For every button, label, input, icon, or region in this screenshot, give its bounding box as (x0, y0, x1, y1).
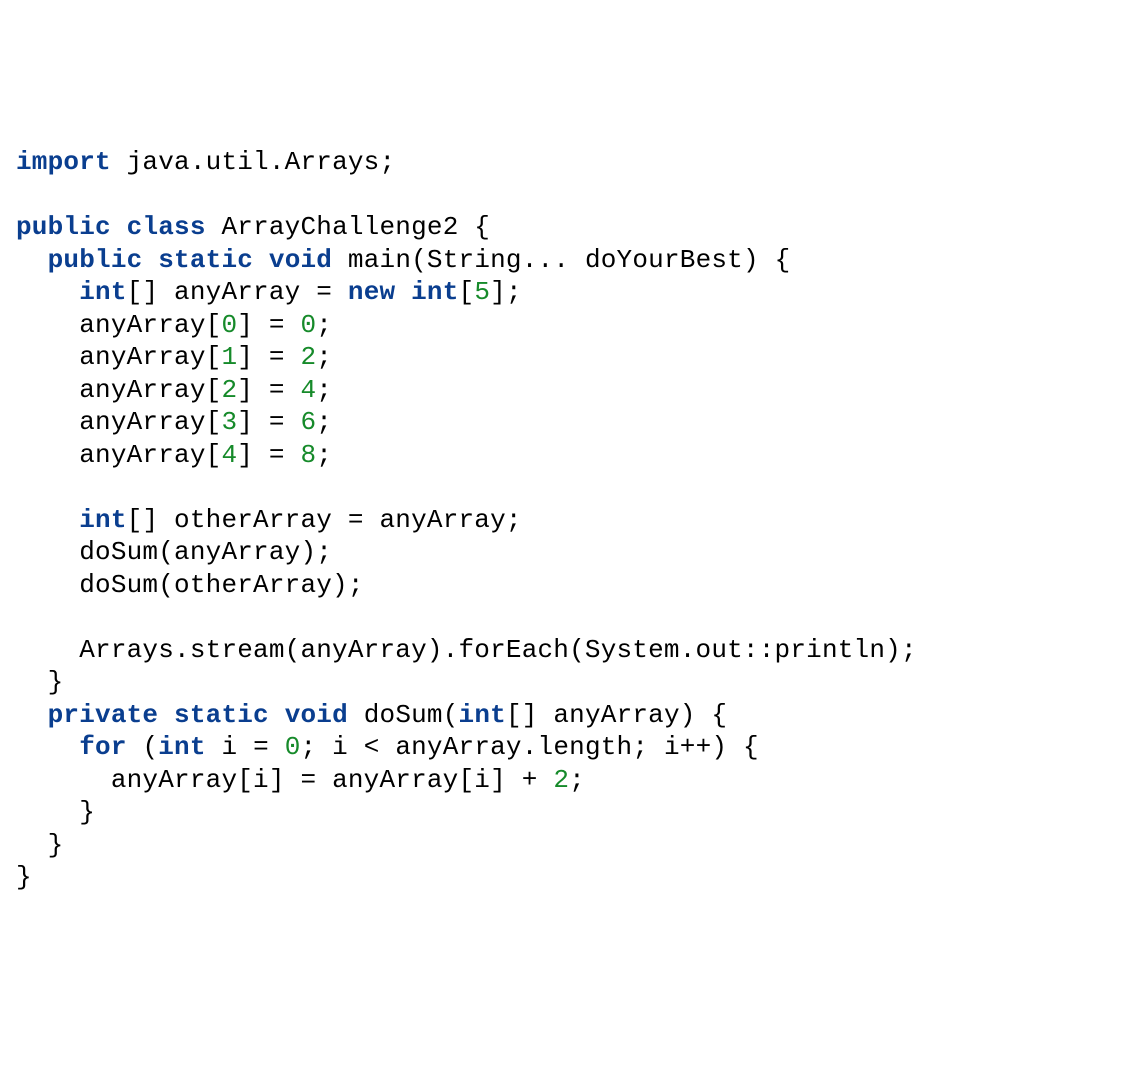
code-line: anyArray[2] = 4; (16, 375, 332, 405)
code-text: [ (459, 277, 475, 307)
code-text: [] otherArray = anyArray; (127, 505, 522, 535)
code-text: ; (316, 375, 332, 405)
code-text: ArrayChallenge2 { (206, 212, 490, 242)
code-text: java.util.Arrays; (111, 147, 395, 177)
keyword: class (127, 212, 206, 242)
keyword: public (48, 245, 143, 275)
code-text: doSum( (348, 700, 459, 730)
code-line: private static void doSum(int[] anyArray… (16, 700, 727, 730)
code-text: } (16, 862, 32, 892)
number: 4 (221, 440, 237, 470)
code-text: doSum(anyArray); (79, 537, 332, 567)
number: 1 (221, 342, 237, 372)
code-text: anyArray[i] = anyArray[i] + (111, 765, 553, 795)
code-line: } (16, 667, 63, 697)
keyword: void (269, 245, 332, 275)
code-line: int[] anyArray = new int[5]; (16, 277, 522, 307)
code-text: [] anyArray) { (506, 700, 727, 730)
code-text: } (48, 667, 64, 697)
type: int (158, 732, 205, 762)
keyword: void (285, 700, 348, 730)
keyword: static (158, 245, 253, 275)
number: 2 (221, 375, 237, 405)
code-text: ( (127, 732, 159, 762)
code-line: int[] otherArray = anyArray; (16, 505, 522, 535)
code-text: ; (316, 440, 332, 470)
code-block: import java.util.Arrays; public class Ar… (16, 146, 1130, 894)
code-text: ]; (490, 277, 522, 307)
code-line: anyArray[i] = anyArray[i] + 2; (16, 765, 585, 795)
code-line: anyArray[1] = 2; (16, 342, 332, 372)
code-line: anyArray[4] = 8; (16, 440, 332, 470)
code-line: anyArray[3] = 6; (16, 407, 332, 437)
number: 0 (300, 310, 316, 340)
number: 2 (553, 765, 569, 795)
code-line: public class ArrayChallenge2 { (16, 212, 490, 242)
code-text: ] = (237, 407, 300, 437)
keyword: public (16, 212, 111, 242)
code-text: ; (316, 342, 332, 372)
code-text: ] = (237, 342, 300, 372)
code-text: ] = (237, 375, 300, 405)
code-line: import java.util.Arrays; (16, 147, 395, 177)
code-line: } (16, 862, 32, 892)
code-text: ; (316, 310, 332, 340)
code-text: i = (206, 732, 285, 762)
number: 0 (285, 732, 301, 762)
number: 6 (300, 407, 316, 437)
number: 4 (300, 375, 316, 405)
number: 2 (300, 342, 316, 372)
type: int (79, 277, 126, 307)
code-text: doSum(otherArray); (79, 570, 363, 600)
code-text: anyArray[ (79, 310, 221, 340)
code-line: doSum(otherArray); (16, 570, 364, 600)
keyword: static (174, 700, 269, 730)
keyword: for (79, 732, 126, 762)
code-text: ; i < anyArray.length; i++) { (301, 732, 759, 762)
code-line: for (int i = 0; i < anyArray.length; i++… (16, 732, 759, 762)
code-text: main(String... doYourBest) { (332, 245, 790, 275)
code-text: anyArray[ (79, 440, 221, 470)
number: 3 (221, 407, 237, 437)
code-text: ] = (237, 440, 300, 470)
code-text: anyArray[ (79, 407, 221, 437)
code-text: ; (316, 407, 332, 437)
number: 5 (474, 277, 490, 307)
keyword: import (16, 147, 111, 177)
code-text: ] = (237, 310, 300, 340)
code-text: anyArray[ (79, 342, 221, 372)
code-line: Arrays.stream(anyArray).forEach(System.o… (16, 635, 917, 665)
code-line: anyArray[0] = 0; (16, 310, 332, 340)
number: 0 (221, 310, 237, 340)
type: int (459, 700, 506, 730)
type: int (411, 277, 458, 307)
code-line: public static void main(String... doYour… (16, 245, 790, 275)
code-text: ; (569, 765, 585, 795)
number: 8 (300, 440, 316, 470)
code-text: anyArray[ (79, 375, 221, 405)
code-text: Arrays.stream(anyArray).forEach(System.o… (79, 635, 917, 665)
keyword: private (48, 700, 159, 730)
type: int (79, 505, 126, 535)
code-line: } (16, 830, 63, 860)
code-line: doSum(anyArray); (16, 537, 332, 567)
code-text: } (48, 830, 64, 860)
keyword: new (348, 277, 395, 307)
code-text: [] anyArray = (127, 277, 348, 307)
